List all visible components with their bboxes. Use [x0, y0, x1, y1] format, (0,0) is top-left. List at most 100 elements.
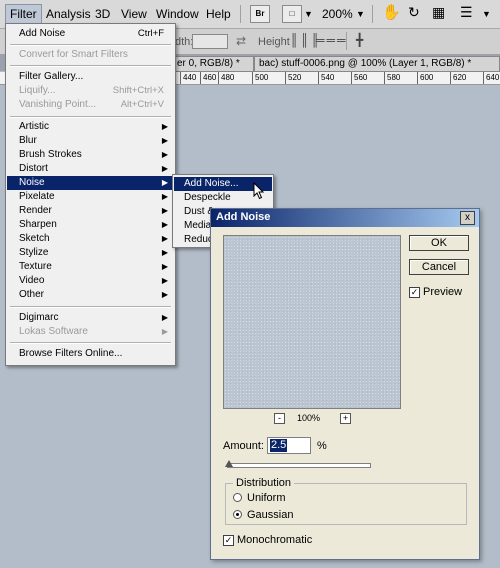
submenu-arrow-icon: ▶ — [161, 178, 168, 187]
submenu-arrow-icon: ▶ — [161, 150, 168, 159]
menu-item-label: Noise — [19, 177, 45, 188]
amount-label: Amount: — [223, 440, 264, 452]
zoom-level[interactable]: 200% — [322, 7, 353, 21]
screen-mode-icon[interactable]: □ — [282, 5, 302, 23]
cancel-button[interactable]: Cancel — [409, 259, 469, 275]
menu-item-last-filter[interactable]: Add Noise Ctrl+F — [7, 27, 174, 41]
close-button[interactable]: x — [460, 211, 475, 225]
submenu-arrow-icon: ▶ — [161, 313, 168, 322]
monochromatic-checkbox[interactable]: ✓ — [223, 535, 234, 546]
submenu-arrow-icon: ▶ — [161, 262, 168, 271]
width-label: dth: — [175, 36, 194, 48]
menu-item-blur[interactable]: Blur ▶ — [7, 134, 174, 148]
ruler-tick: 600 — [417, 72, 433, 84]
submenu-arrow-icon: ▶ — [161, 192, 168, 201]
menu-item-distort[interactable]: Distort ▶ — [7, 162, 174, 176]
menu-item-label: Other — [19, 289, 45, 300]
distribute-icons[interactable]: ═══ — [316, 33, 348, 47]
preview-zoom-level: 100% — [297, 413, 321, 423]
menu-item-render[interactable]: Render ▶ — [7, 204, 174, 218]
ruler-tick: 500 — [252, 72, 268, 84]
ruler-tick: 620 — [450, 72, 466, 84]
amount-slider-thumb[interactable] — [225, 460, 233, 467]
menu-help[interactable]: Help — [206, 7, 231, 21]
menu-item-label: Render — [19, 205, 52, 216]
monochromatic-label: Monochromatic — [237, 534, 313, 546]
menu-item-noise[interactable]: Noise ▶ — [7, 176, 174, 190]
menu-item-label: Video — [19, 275, 45, 286]
filter-menu: Add Noise Ctrl+F Convert for Smart Filte… — [5, 23, 176, 366]
menu-item-pixelate[interactable]: Pixelate ▶ — [7, 190, 174, 204]
menu-item-artistic[interactable]: Artistic ▶ — [7, 120, 174, 134]
dialog-title: Add Noise — [216, 211, 271, 223]
width-field[interactable] — [192, 34, 228, 49]
ruler-tick: 460 — [200, 72, 216, 84]
menu-item-label: Texture — [19, 261, 52, 272]
zoom-out-button[interactable]: - — [274, 413, 285, 424]
submenu-arrow-icon: ▶ — [161, 276, 168, 285]
workspace-icon[interactable]: ☰ — [460, 4, 473, 21]
menu-item-lokas-software[interactable]: Lokas Software ▶ — [7, 325, 174, 339]
add-noise-dialog: Add Noise x - 100% + OK Cancel ✓ Preview… — [210, 208, 480, 560]
zoom-in-button[interactable]: + — [340, 413, 351, 424]
menu-item-label: Liquify... — [19, 85, 56, 96]
menu-item-video[interactable]: Video ▶ — [7, 274, 174, 288]
submenu-arrow-icon: ▶ — [161, 164, 168, 173]
submenu-arrow-icon: ▶ — [161, 327, 168, 336]
menu-item-brush-strokes[interactable]: Brush Strokes ▶ — [7, 148, 174, 162]
menu-item-convert-smart-filters[interactable]: Convert for Smart Filters — [7, 48, 174, 62]
noise-preview[interactable] — [223, 235, 401, 409]
ok-button[interactable]: OK — [409, 235, 469, 251]
menu-view[interactable]: View — [121, 7, 147, 21]
menu-item-label: Filter Gallery... — [19, 71, 84, 82]
menu-analysis[interactable]: Analysis — [46, 7, 91, 21]
auto-align-icon[interactable]: ╋ — [356, 33, 363, 47]
swap-icon[interactable]: ⇄ — [236, 34, 246, 48]
amount-value: 2.5 — [270, 439, 288, 452]
menu-item-label: Despeckle — [184, 192, 231, 203]
menu-item-other[interactable]: Other ▶ — [7, 288, 174, 302]
menu-item-label: Blur — [19, 135, 37, 146]
distribution-label: Distribution — [233, 477, 295, 489]
menu-3d[interactable]: 3D — [95, 7, 110, 21]
menu-item-shortcut: Shift+Ctrl+X — [112, 85, 164, 96]
menu-item-stylize[interactable]: Stylize ▶ — [7, 246, 174, 260]
submenu-arrow-icon: ▶ — [161, 136, 168, 145]
height-label: Height — [258, 36, 290, 48]
menu-item-digimarc[interactable]: Digimarc ▶ — [7, 311, 174, 325]
tab-document-1[interactable]: er 0, RGB/8) * — [172, 56, 254, 72]
bridge-icon[interactable]: Br — [250, 5, 270, 23]
uniform-label: Uniform — [247, 492, 286, 504]
arrange-documents-icon[interactable]: ▦ — [432, 4, 445, 21]
menu-item-vanishing-point[interactable]: Vanishing Point... Alt+Ctrl+V — [7, 98, 174, 112]
rotate-view-icon[interactable]: ↻ — [408, 4, 420, 21]
ruler-tick: 640 — [483, 72, 499, 84]
amount-slider-track[interactable] — [227, 463, 371, 468]
uniform-radio[interactable] — [233, 493, 242, 502]
dialog-title-bar[interactable]: Add Noise x — [211, 209, 479, 227]
preview-checkbox[interactable]: ✓ — [409, 287, 420, 298]
menu-item-shortcut: Ctrl+F — [137, 28, 164, 39]
ruler-tick: 580 — [384, 72, 400, 84]
menu-item-label: Add Noise — [19, 28, 66, 39]
menu-window[interactable]: Window — [156, 7, 199, 21]
menu-item-browse-filters-online[interactable]: Browse Filters Online... — [7, 347, 174, 361]
ruler-tick: 540 — [318, 72, 334, 84]
amount-input[interactable]: 2.5 — [267, 437, 311, 454]
menu-item-liquify[interactable]: Liquify... Shift+Ctrl+X — [7, 84, 174, 98]
screen-mode-chevron-icon[interactable]: ▼ — [304, 9, 313, 19]
menu-item-sharpen[interactable]: Sharpen ▶ — [7, 218, 174, 232]
tab-document-2[interactable]: bac) stuff-0006.png @ 100% (Layer 1, RGB… — [254, 56, 500, 72]
menu-item-texture[interactable]: Texture ▶ — [7, 260, 174, 274]
hand-tool-icon[interactable]: ✋ — [382, 3, 401, 21]
zoom-chevron-icon[interactable]: ▼ — [356, 9, 365, 19]
workspace-chevron-icon[interactable]: ▼ — [482, 9, 491, 19]
gaussian-radio[interactable] — [233, 510, 242, 519]
menu-filter[interactable]: Filter — [5, 4, 42, 24]
menu-item-filter-gallery[interactable]: Filter Gallery... — [7, 70, 174, 84]
menu-item-sketch[interactable]: Sketch ▶ — [7, 232, 174, 246]
menu-item-label: Lokas Software — [19, 326, 88, 337]
menu-item-shortcut: Alt+Ctrl+V — [120, 99, 164, 110]
menu-item-label: Stylize — [19, 247, 49, 258]
menu-item-label: Vanishing Point... — [19, 99, 97, 110]
